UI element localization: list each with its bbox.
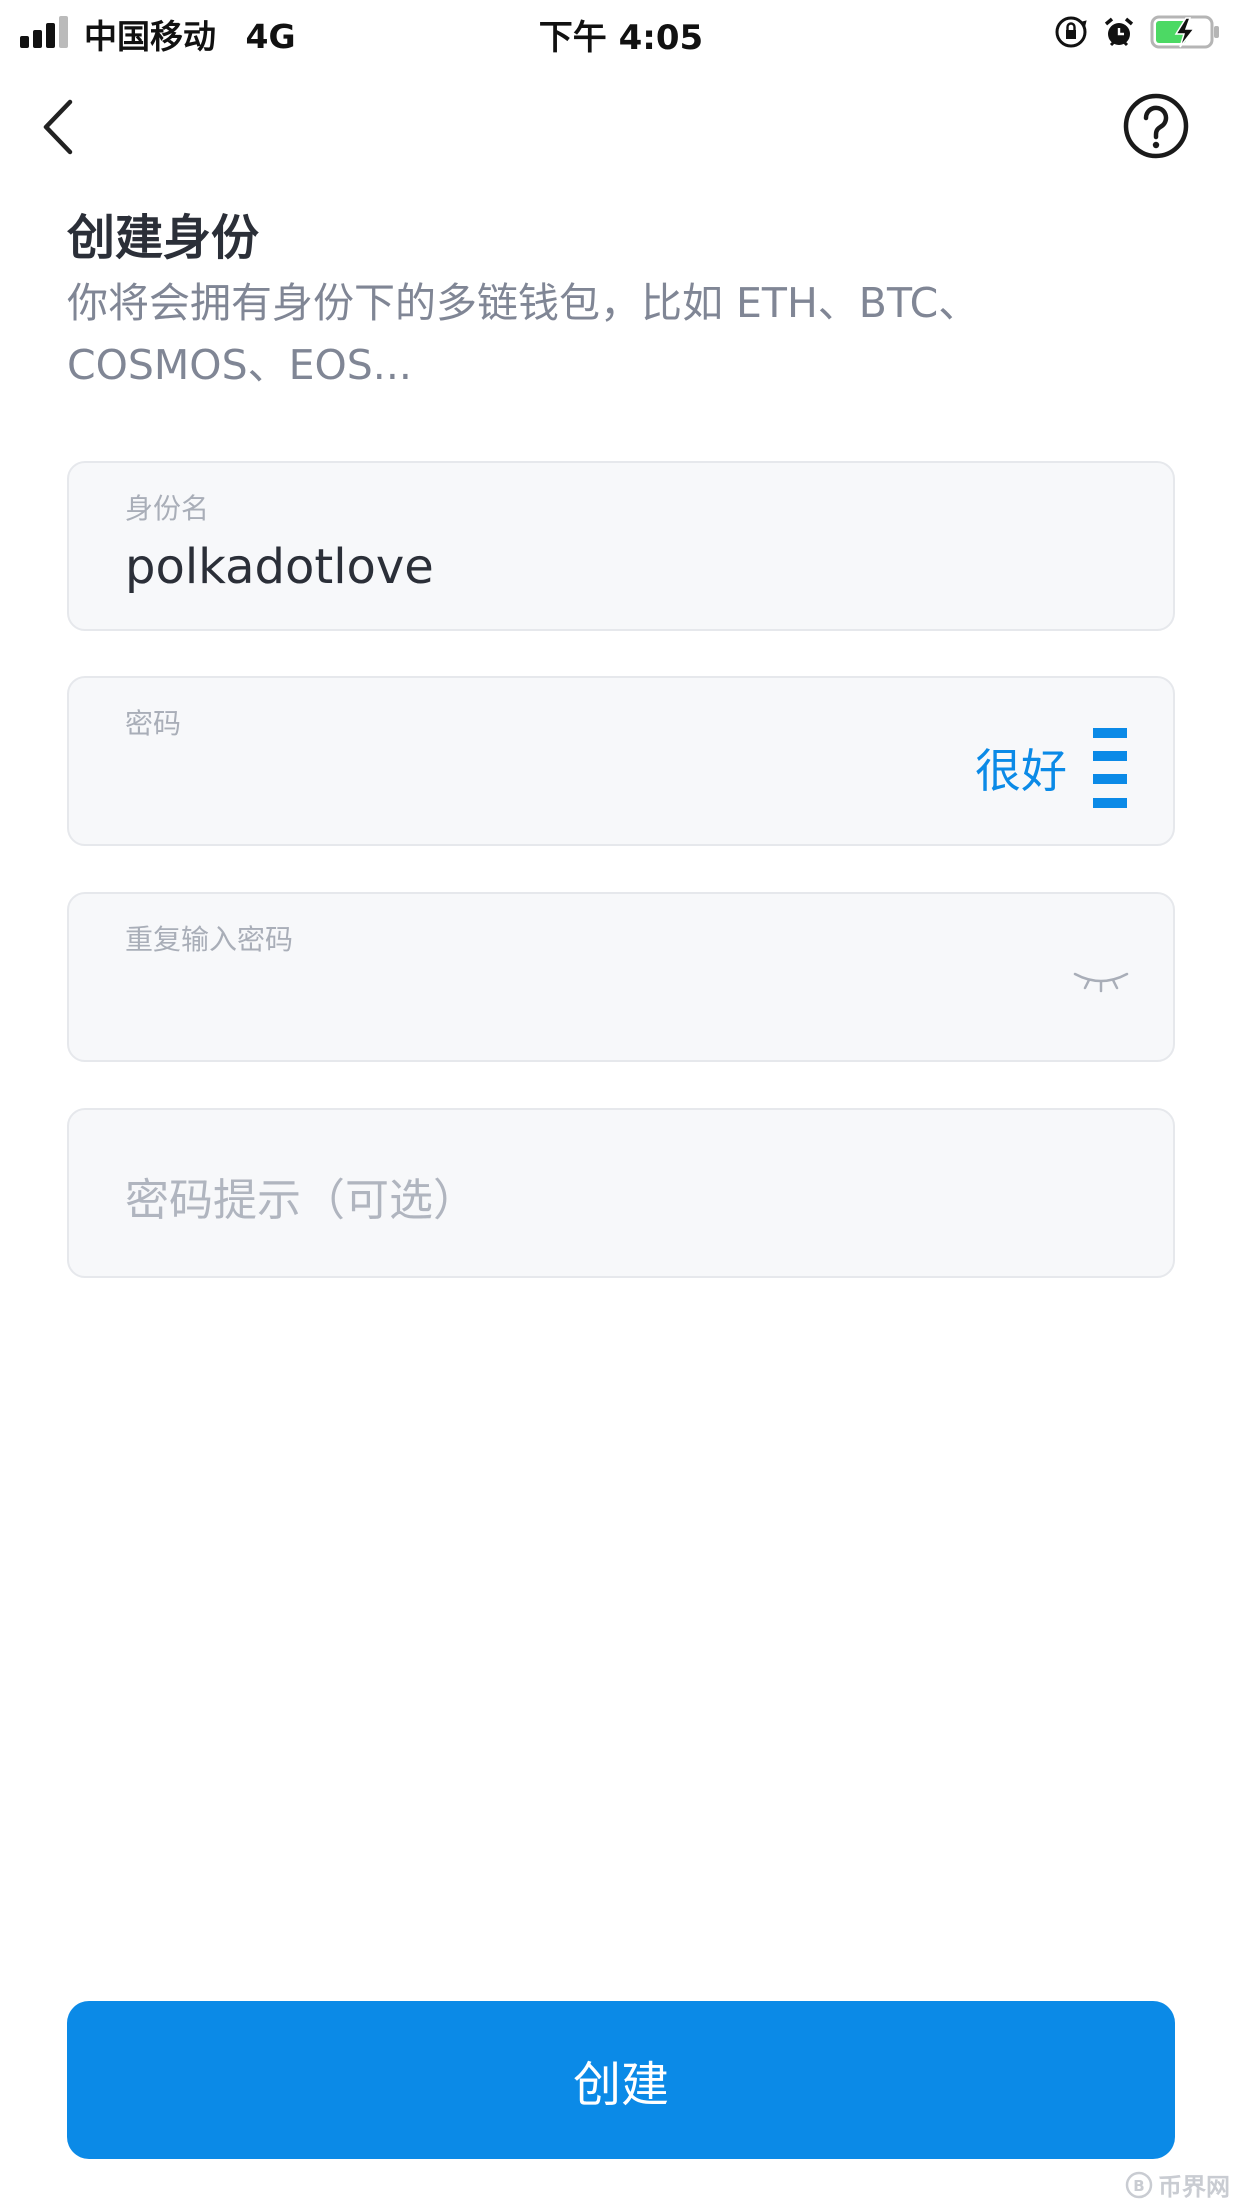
identity-name-input[interactable]: polkadotlove [125, 539, 434, 595]
watermark: B 币界网 [1124, 2167, 1230, 2202]
password-label: 密码 [125, 707, 182, 740]
status-bar: 中国移动 4G 下午 4:05 [0, 0, 1242, 64]
password-strength-text: 很好 [975, 744, 1067, 798]
watermark-logo-icon: B [1125, 2171, 1153, 2198]
create-button[interactable]: 创建 [67, 2001, 1175, 2159]
identity-name-field[interactable]: 身份名 polkadotlove [67, 461, 1175, 631]
battery-charging-icon [1150, 15, 1219, 49]
page-subtitle: 你将会拥有身份下的多链钱包，比如 ETH、BTC、COSMOS、EOS... [67, 279, 980, 389]
eye-closed-icon[interactable] [1071, 966, 1131, 996]
orientation-lock-icon [1055, 16, 1087, 48]
password-strength-indicator: 很好 [975, 728, 1127, 808]
repeat-password-label: 重复输入密码 [125, 923, 294, 956]
watermark-text: 币界网 [1158, 2173, 1230, 2201]
chevron-left-icon [43, 99, 73, 155]
back-button[interactable] [34, 92, 94, 162]
password-hint-field[interactable]: 密码提示（可选） [67, 1108, 1175, 1278]
alarm-icon [1104, 17, 1134, 47]
repeat-password-field[interactable]: 重复输入密码 [67, 892, 1175, 1062]
page-title: 创建身份 [67, 210, 260, 266]
help-button[interactable] [1122, 92, 1190, 160]
identity-name-label: 身份名 [125, 492, 210, 525]
svg-text:B: B [1133, 2177, 1144, 2195]
strength-bars-icon [1093, 728, 1127, 808]
question-circle-icon [1123, 93, 1189, 159]
status-icons [1054, 12, 1222, 52]
password-hint-input[interactable]: 密码提示（可选） [125, 1164, 477, 1228]
password-field[interactable]: 密码 很好 [67, 676, 1175, 846]
